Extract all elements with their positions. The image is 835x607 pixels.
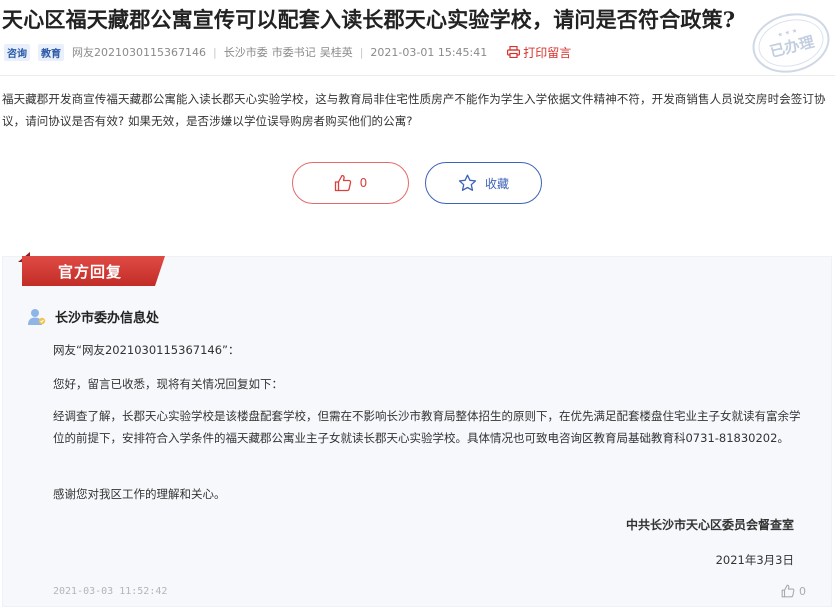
reply-like-count: 0 [799, 584, 806, 598]
divider [0, 75, 835, 76]
message-content: 福天藏郡开发商宣传福天藏郡公寓能入读长郡天心实验学校，这与教育局非住宅性质房产不… [2, 92, 826, 128]
reply-greeting: 网友“网友2021030115367146”： [53, 343, 240, 357]
reply-department: 长沙市委办信息处 [27, 307, 159, 326]
reply-body: 经调查了解，长郡天心实验学校是该楼盘配套学校，但需在不影响长沙市教育局整体招生的… [53, 409, 801, 445]
meta-divider: | [359, 45, 364, 59]
like-count: 0 [359, 176, 368, 190]
recipient-name: 吴桂英 [319, 46, 353, 59]
reply-timestamp: 2021-03-03 11:52:42 [53, 586, 168, 597]
tag-consult[interactable]: 咨询 [4, 43, 30, 61]
like-button[interactable]: 0 [292, 162, 409, 204]
author-name: 网友2021030115367146 [72, 46, 206, 59]
favorite-label: 收藏 [484, 176, 509, 191]
printer-icon [507, 46, 521, 58]
post-datetime: 2021-03-01 15:45:41 [370, 45, 488, 59]
user-icon [28, 308, 46, 325]
print-message-label: 打印留言 [523, 45, 572, 60]
thumbs-up-icon [334, 174, 351, 192]
tag-education[interactable]: 教育 [38, 43, 64, 61]
reply-thanks: 感谢您对我区工作的理解和关心。 [53, 487, 226, 501]
favorite-button[interactable]: 收藏 [425, 162, 542, 204]
reply-like-button[interactable]: 0 [781, 584, 806, 598]
message-meta: 咨询 教育 网友2021030115367146 | 长沙市委 市委书记 吴桂英… [4, 43, 571, 61]
reply-signature: 中共长沙市天心区委员会督查室 [625, 518, 794, 532]
print-message-button[interactable]: 打印留言 [507, 44, 571, 61]
stamp-label: 已办理 [767, 32, 816, 61]
meta-divider: | [212, 45, 217, 59]
thumbs-up-icon [781, 584, 795, 598]
reply-date: 2021年3月3日 [715, 553, 794, 567]
star-icon [458, 174, 477, 191]
reply-department-name: 长沙市委办信息处 [55, 311, 160, 326]
official-reply-banner: 官方回复 [22, 256, 165, 286]
reply-intro: 您好，留言已收悉，现将有关情况回复如下： [53, 377, 283, 391]
page-title: 天心区福天藏郡公寓宣传可以配套入读长郡天心实验学校，请问是否符合政策? [2, 7, 736, 32]
recipient-dept: 长沙市委 [223, 46, 268, 59]
recipient-role: 市委书记 [271, 46, 316, 59]
